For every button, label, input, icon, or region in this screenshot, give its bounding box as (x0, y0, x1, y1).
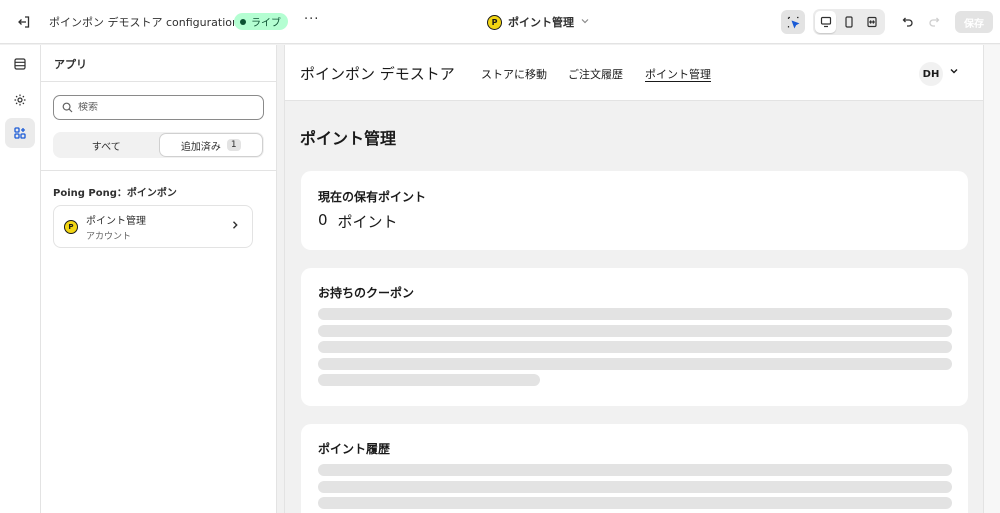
points-card-title: 現在の保有ポイント (318, 190, 427, 204)
settings-button[interactable] (5, 85, 35, 115)
fullwidth-view-button[interactable] (862, 11, 883, 33)
tab-all[interactable]: すべて (55, 134, 158, 156)
desktop-view-button[interactable] (815, 11, 837, 33)
store-preview: ポインポン デモストア ストアに移動 ご注文履歴 ポイント管理 DH ポイント管… (284, 45, 984, 513)
app-item-subtitle: アカウント (86, 231, 132, 242)
undo-icon[interactable] (898, 12, 918, 32)
skeleton-line (318, 341, 952, 353)
coupons-card: お持ちのクーポン (301, 268, 968, 406)
chevron-down-icon[interactable] (949, 66, 959, 79)
settings-icon (14, 94, 26, 106)
panel-title: アプリ (54, 58, 87, 71)
apps-panel: アプリ すべて 追加済み 1 Poing Pong：ポインポン P ポイント管理… (41, 45, 277, 513)
fullwidth-icon (867, 16, 877, 28)
app-group-title: Poing Pong：ポインポン (53, 188, 177, 199)
chevron-right-icon (230, 219, 240, 233)
mobile-view-button[interactable] (838, 11, 859, 33)
app-logo: P (64, 219, 78, 234)
status-badge: ライブ (234, 13, 288, 30)
skeleton-line (318, 308, 952, 320)
sections-button[interactable] (5, 49, 35, 79)
sidebar-rail (0, 45, 41, 513)
tab-all-label: すべて (91, 141, 121, 153)
sections-icon (14, 58, 26, 70)
chevron-down-icon (580, 16, 590, 29)
nav-link-store[interactable]: ストアに移動 (481, 66, 547, 82)
live-dot-icon (240, 18, 246, 25)
mobile-icon (845, 16, 853, 28)
filter-segmented-control: すべて 追加済み 1 (53, 132, 264, 158)
app-selector[interactable]: P ポイント管理 (487, 12, 590, 32)
coupons-card-title: お持ちのクーポン (318, 286, 415, 300)
store-name[interactable]: ポインポン デモストア (300, 63, 455, 84)
avatar[interactable]: DH (919, 62, 943, 86)
search-box (53, 95, 264, 120)
save-button[interactable]: 保存 (955, 11, 993, 33)
top-bar: ポインポン デモストア configuration ライブ ··· P ポイント… (0, 0, 1000, 44)
device-view-toggle (813, 9, 885, 35)
tab-added[interactable]: 追加済み 1 (159, 134, 262, 156)
preview-scrollbar[interactable] (984, 45, 1000, 513)
app-selector-label: ポイント管理 (508, 16, 574, 29)
divider (41, 81, 277, 82)
history-card: ポイント履歴 (301, 424, 968, 513)
points-unit: ポイント (337, 213, 398, 231)
tab-added-label: 追加済み (180, 141, 221, 153)
skeleton-line (318, 464, 952, 476)
search-icon (62, 102, 73, 113)
points-value: 0 (318, 211, 328, 229)
app-list-item[interactable]: P ポイント管理 アカウント (53, 205, 253, 248)
search-input[interactable] (78, 102, 248, 113)
divider (41, 170, 277, 171)
app-item-name: ポイント管理 (86, 215, 146, 227)
more-actions-button[interactable]: ··· (304, 12, 319, 27)
history-card-title: ポイント履歴 (318, 442, 391, 456)
skeleton-line (318, 481, 952, 493)
theme-title: ポインポン デモストア configuration (49, 16, 239, 29)
nav-link-points[interactable]: ポイント管理 (645, 66, 711, 82)
nav-link-orders[interactable]: ご注文履歴 (568, 66, 623, 82)
redo-icon[interactable] (924, 12, 944, 32)
store-header: ポインポン デモストア ストアに移動 ご注文履歴 ポイント管理 DH (285, 45, 983, 101)
points-balance: 0 ポイント (318, 211, 398, 232)
apps-button[interactable] (5, 118, 35, 148)
exit-icon[interactable] (14, 12, 34, 32)
inspector-button[interactable] (781, 10, 805, 34)
app-logo: P (487, 14, 502, 30)
inspector-icon (787, 16, 799, 28)
skeleton-line (318, 358, 952, 370)
skeleton-line (318, 374, 540, 386)
desktop-icon (820, 16, 831, 28)
skeleton-line (318, 497, 952, 509)
apps-icon (14, 127, 26, 139)
added-count-badge: 1 (226, 139, 241, 151)
points-card: 現在の保有ポイント 0 ポイント (301, 171, 968, 250)
skeleton-line (318, 325, 952, 337)
page-title: ポイント管理 (300, 129, 397, 148)
status-badge-label: ライブ (251, 18, 281, 29)
